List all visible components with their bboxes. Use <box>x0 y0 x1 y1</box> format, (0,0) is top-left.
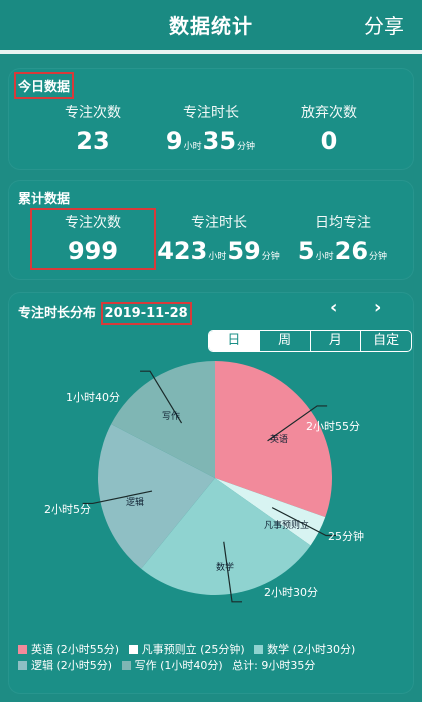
pie-name-logic: 逻辑 <box>126 498 145 508</box>
legend-swatch <box>121 661 131 670</box>
legend-item-logic: 逻辑 (2小时5分) <box>18 659 112 672</box>
pie-name-math: 数学 <box>216 563 235 573</box>
chevron-left-icon[interactable]: ‹ <box>330 297 337 318</box>
tab-month[interactable]: 月 <box>309 331 361 351</box>
distribution-title: 专注时长分布 <box>18 306 97 321</box>
tab-custom[interactable]: 自定 <box>360 331 411 351</box>
total-card: 累计数据 专注次数 999 专注时长 423小时59分钟 日均专注 5小时26分… <box>8 180 414 280</box>
today-giveup-label: 放弃次数 <box>301 105 357 121</box>
today-focus-count-label: 专注次数 <box>65 105 121 121</box>
pie-name-writing: 写作 <box>162 412 181 422</box>
date-display[interactable]: 2019-11-28 <box>100 302 192 325</box>
header-divider <box>0 50 422 54</box>
legend-text: 数学 (2小时30分) <box>267 643 356 656</box>
total-focus-time: 专注时长 423小时59分钟 <box>151 212 287 272</box>
period-tabs: 日 周 月 自定 <box>208 330 412 352</box>
distribution-heading: 专注时长分布 2019-11-28 <box>18 302 192 325</box>
legend-total: 总计: 9小时35分 <box>232 659 316 672</box>
total-focus-time-value: 423小时59分钟 <box>151 236 287 272</box>
legend-item-plan: 凡事预则立 (25分钟) <box>128 643 245 656</box>
today-card: 今日数据 专注次数 23 专注时长 9小时35分钟 放弃次数 0 <box>8 68 414 170</box>
legend-row-1: 英语 (2小时55分) 凡事预则立 (25分钟) 数学 (2小时30分) <box>18 641 355 657</box>
legend-item-english: 英语 (2小时55分) <box>18 643 119 656</box>
legend-swatch <box>254 645 264 654</box>
legend-row-2: 逻辑 (2小时5分) 写作 (1小时40分) 总计: 9小时35分 <box>18 657 315 673</box>
total-focus-count-value: 999 <box>67 237 119 265</box>
page-title: 数据统计 <box>169 14 253 38</box>
total-hours: 423 <box>157 237 208 265</box>
today-heading: 今日数据 <box>13 72 75 99</box>
daily-hours: 5 <box>297 237 315 265</box>
legend-item-math: 数学 (2小时30分) <box>254 643 355 656</box>
today-focus-count-value: 23 <box>76 127 110 155</box>
daily-minutes: 26 <box>334 237 369 265</box>
legend-text: 凡事预则立 (25分钟) <box>141 643 245 656</box>
tab-day[interactable]: 日 <box>209 331 259 351</box>
today-focus-time-value: 9小时35分钟 <box>151 126 271 162</box>
legend-swatch <box>18 661 27 670</box>
today-giveup-value: 0 <box>320 127 338 155</box>
total-focus-count: 专注次数 999 <box>30 208 156 270</box>
pie-label-logic: 2小时5分 <box>44 503 91 516</box>
chevron-right-icon[interactable]: › <box>374 297 381 318</box>
pie-label-english: 2小时55分 <box>306 420 360 433</box>
total-focus-count-label: 专注次数 <box>65 215 121 231</box>
today-focus-time-label: 专注时长 <box>183 105 239 121</box>
total-daily-avg-label: 日均专注 <box>315 215 371 231</box>
pie-label-math: 2小时30分 <box>264 586 318 599</box>
pie-name-plan: 凡事预则立 <box>264 521 310 531</box>
tab-week[interactable]: 周 <box>258 331 310 351</box>
hour-unit: 小时 <box>208 252 227 262</box>
minute-unit: 分钟 <box>369 252 388 262</box>
total-heading: 累计数据 <box>18 192 71 207</box>
legend-item-writing: 写作 (1小时40分) <box>121 659 223 672</box>
total-daily-avg: 日均专注 5小时26分钟 <box>284 212 402 272</box>
hour-unit: 小时 <box>315 252 334 262</box>
today-minutes: 35 <box>202 127 237 155</box>
pie-label-writing: 1小时40分 <box>66 391 120 404</box>
today-focus-time: 专注时长 9小时35分钟 <box>151 102 271 162</box>
total-minutes: 59 <box>227 237 261 265</box>
legend-swatch <box>18 645 27 654</box>
minute-unit: 分钟 <box>261 252 280 262</box>
legend-swatch <box>128 645 138 654</box>
today-hours: 9 <box>165 127 183 155</box>
pie-name-english: 英语 <box>270 435 289 445</box>
legend-text: 逻辑 (2小时5分) <box>31 659 113 672</box>
top-bar: 数据统计 分享 <box>0 0 422 50</box>
legend-text: 英语 (2小时55分) <box>31 643 120 656</box>
total-daily-avg-value: 5小时26分钟 <box>284 236 402 272</box>
today-giveup: 放弃次数 0 <box>269 102 389 156</box>
today-focus-count: 专注次数 23 <box>33 102 153 156</box>
share-button[interactable]: 分享 <box>364 10 404 39</box>
hour-unit: 小时 <box>183 142 202 152</box>
pie-label-plan: 25分钟 <box>328 530 364 543</box>
distribution-card: 专注时长分布 2019-11-28 ‹ › 日 周 月 自定 2小时55分 25… <box>8 292 414 694</box>
legend-text: 写作 (1小时40分) <box>134 659 223 672</box>
minute-unit: 分钟 <box>237 142 256 152</box>
total-focus-time-label: 专注时长 <box>191 215 247 231</box>
